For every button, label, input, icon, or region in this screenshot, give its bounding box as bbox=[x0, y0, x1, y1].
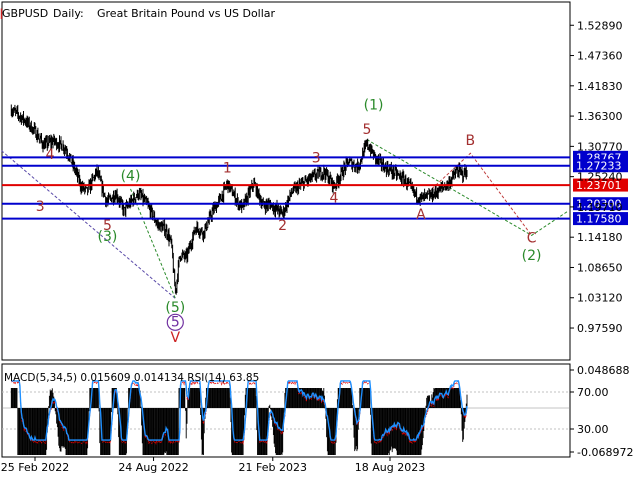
wave-label: A bbox=[416, 207, 426, 223]
chart-header: GBPUSD Daily: Great Britain Pound vs US … bbox=[2, 7, 276, 20]
price-tick-label: 1.19710 bbox=[577, 201, 623, 214]
wave-label: 5 bbox=[171, 314, 180, 330]
wave-label: 3 bbox=[312, 151, 321, 167]
wave-label: V bbox=[170, 330, 180, 346]
wave-label: 4 bbox=[46, 147, 55, 163]
indicator-label: MACD(5,34,5) 0.015609 0.014134 RSI(14) 6… bbox=[4, 372, 259, 384]
wave-label: (1) bbox=[364, 98, 384, 114]
price-chart[interactable]: 1.287671.272331.237011.203001.17580 I435… bbox=[0, 0, 640, 480]
price-tick-label: 1.52890 bbox=[577, 19, 623, 32]
wave-label: C bbox=[527, 231, 537, 247]
indicator-tick-label: -0.068972 bbox=[577, 446, 633, 459]
wave-label: (3) bbox=[98, 229, 118, 245]
indicator-tick-label: 0.048688 bbox=[577, 364, 630, 377]
wave-label: 4 bbox=[330, 191, 339, 207]
price-tick-label: 1.14180 bbox=[577, 231, 623, 244]
wave-label: (2) bbox=[522, 248, 542, 264]
date-tick-label: 24 Aug 2022 bbox=[118, 461, 188, 474]
date-tick-label: 18 Aug 2023 bbox=[355, 461, 425, 474]
price-tick-label: 1.36300 bbox=[577, 110, 623, 123]
wave-label: B bbox=[466, 133, 476, 149]
date-tick-label: 21 Feb 2023 bbox=[239, 461, 307, 474]
wave-label: (4) bbox=[121, 169, 141, 185]
wave-label: 5 bbox=[362, 122, 371, 138]
price-tick-label: 1.25240 bbox=[577, 171, 623, 184]
indicator-tick-label: 70.00 bbox=[577, 386, 609, 399]
indicator-tick-label: 30.00 bbox=[577, 423, 609, 436]
wave-label: 1 bbox=[223, 160, 232, 176]
symbol-label: GBPUSD bbox=[2, 7, 48, 20]
price-tick-label: 0.97590 bbox=[577, 322, 623, 335]
price-tick-label: 1.47360 bbox=[577, 50, 623, 63]
price-tick-label: 1.03120 bbox=[577, 292, 623, 305]
date-tick-label: 25 Feb 2022 bbox=[1, 461, 69, 474]
price-tick-label: 1.08650 bbox=[577, 261, 623, 274]
price-tick-label: 1.30770 bbox=[577, 140, 623, 153]
wave-label: 2 bbox=[278, 218, 287, 234]
price-level-label: 1.17580 bbox=[576, 213, 622, 226]
price-tick-label: 1.41830 bbox=[577, 80, 623, 93]
timeframe-label: Daily: bbox=[53, 7, 84, 20]
wave-label: 3 bbox=[36, 199, 45, 215]
description-label: Great Britain Pound vs US Dollar bbox=[97, 7, 276, 20]
